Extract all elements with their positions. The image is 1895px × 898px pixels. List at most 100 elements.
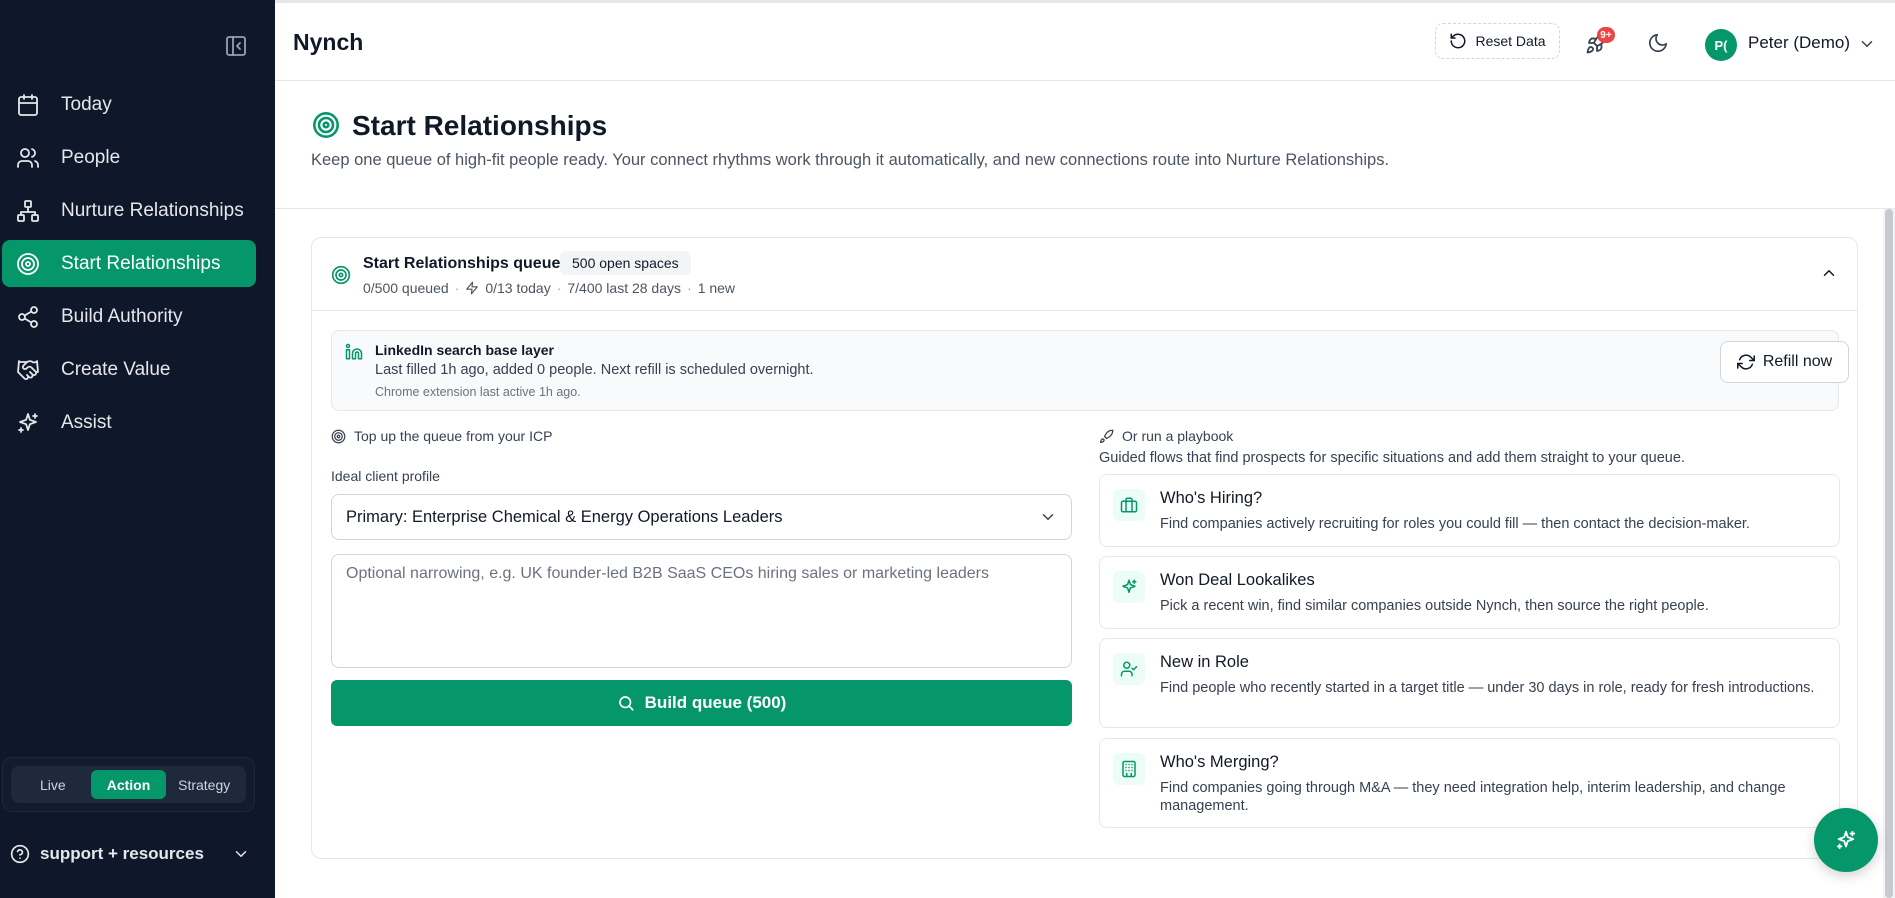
separator-dot: · <box>687 280 692 296</box>
queue-title: Start Relationships queue <box>363 255 561 272</box>
linkedin-icon <box>345 343 363 361</box>
playbook-title: New in Role <box>1160 653 1249 671</box>
linkedin-note: Chrome extension last active 1h ago. <box>375 385 581 399</box>
top-header: Nynch Reset Data 9+ P( Peter (Demo) <box>275 0 1895 81</box>
sidebar: Today People Nurture Relationships Start… <box>0 0 275 898</box>
moon-icon[interactable] <box>1647 32 1669 54</box>
stat-28-days: 7/400 last 28 days <box>567 280 682 296</box>
sidebar-item-label: Today <box>61 93 112 115</box>
refill-now-button[interactable]: Refill now <box>1720 341 1849 383</box>
sidebar-collapse-icon[interactable] <box>224 34 248 58</box>
target-icon <box>16 252 40 276</box>
network-icon <box>16 199 40 223</box>
queue-card-header[interactable]: Start Relationships queue 500 open space… <box>312 238 1857 311</box>
sidebar-item-label: Start Relationships <box>61 252 221 274</box>
sidebar-item-nurture[interactable]: Nurture Relationships <box>2 187 256 234</box>
refill-now-label: Refill now <box>1762 353 1833 370</box>
playbook-whos-merging[interactable]: Who's Merging? Find companies going thro… <box>1099 738 1840 828</box>
calendar-icon <box>16 93 40 117</box>
icp-section-text: Top up the queue from your ICP <box>354 428 553 444</box>
sidebar-item-label: Create Value <box>61 358 171 380</box>
sidebar-item-label: Assist <box>61 411 112 433</box>
chevron-down-icon[interactable] <box>1858 35 1876 53</box>
playbook-desc: Find companies going through M&A — they … <box>1160 780 1786 814</box>
assistant-fab-button[interactable] <box>1814 808 1878 872</box>
notification-badge: 9+ <box>1597 27 1615 43</box>
stat-new: 1 new <box>697 280 736 296</box>
icp-section-label: Top up the queue from your ICP <box>331 428 1072 444</box>
playbook-title: Won Deal Lookalikes <box>1160 571 1315 589</box>
page-heading: Start Relationships Keep one queue of hi… <box>275 81 1895 209</box>
reset-data-button[interactable]: Reset Data <box>1435 23 1560 59</box>
playbook-desc: Find people who recently started in a ta… <box>1160 680 1815 696</box>
sidebar-item-people[interactable]: People <box>2 134 256 181</box>
playbook-section-label: Or run a playbook <box>1099 428 1840 444</box>
playbook-won-deal-lookalikes[interactable]: Won Deal Lookalikes Pick a recent win, f… <box>1099 556 1840 629</box>
zap-icon <box>465 281 479 295</box>
page-description: Keep one queue of high-fit people ready.… <box>311 151 1390 169</box>
chevron-up-icon[interactable] <box>1820 264 1838 282</box>
sidebar-item-label: Build Authority <box>61 305 183 327</box>
mode-action-button[interactable]: Action <box>90 770 167 799</box>
reset-data-label: Reset Data <box>1475 33 1546 49</box>
sidebar-item-authority[interactable]: Build Authority <box>2 293 256 340</box>
refresh-icon <box>1736 353 1755 371</box>
chevron-down-icon <box>1039 508 1057 526</box>
rotate-ccw-icon <box>1449 32 1467 50</box>
support-resources-toggle[interactable]: support + resources <box>10 840 250 868</box>
sidebar-item-value[interactable]: Create Value <box>2 346 256 393</box>
build-queue-button[interactable]: Build queue (500) <box>331 680 1072 726</box>
avatar[interactable]: P( <box>1705 29 1737 61</box>
mode-strategy-button[interactable]: Strategy <box>166 770 242 799</box>
mode-switch-track: Live Action Strategy <box>11 766 246 803</box>
support-label: support + resources <box>40 844 204 863</box>
target-icon <box>331 265 351 285</box>
user-check-icon <box>1113 653 1145 685</box>
stat-today: 0/13 today <box>485 280 551 296</box>
icp-section: Top up the queue from your ICP Ideal cli… <box>331 428 1072 726</box>
building-icon <box>1113 753 1145 785</box>
linkedin-subtitle: Last filled 1h ago, added 0 people. Next… <box>375 362 814 378</box>
queue-card: Start Relationships queue 500 open space… <box>311 237 1858 859</box>
separator-dot: · <box>454 280 460 296</box>
briefcase-icon <box>1113 489 1145 521</box>
playbook-section-text: Or run a playbook <box>1122 428 1234 444</box>
stat-queued: 0/500 queued <box>363 280 449 296</box>
handshake-icon <box>16 358 40 382</box>
user-name[interactable]: Peter (Demo) <box>1748 33 1850 53</box>
target-icon <box>331 429 346 444</box>
target-icon <box>312 111 340 139</box>
sparkles-icon <box>1113 571 1145 603</box>
icp-selected-value: Primary: Enterprise Chemical & Energy Op… <box>346 507 783 526</box>
playbook-desc: Pick a recent win, find similar companie… <box>1160 598 1709 614</box>
users-icon <box>16 146 40 170</box>
sparkles-icon <box>16 411 40 435</box>
playbook-new-in-role[interactable]: New in Role Find people who recently sta… <box>1099 638 1840 728</box>
sidebar-item-assist[interactable]: Assist <box>2 399 256 446</box>
mode-live-button[interactable]: Live <box>15 770 91 799</box>
scrollbar-thumb[interactable] <box>1885 209 1893 898</box>
icp-field-label: Ideal client profile <box>331 468 440 484</box>
linkedin-title: LinkedIn search base layer <box>375 342 554 358</box>
build-queue-label: Build queue (500) <box>644 693 787 712</box>
linkedin-base-layer: LinkedIn search base layer Last filled 1… <box>331 330 1849 411</box>
sparkles-icon <box>1835 829 1857 851</box>
icp-select[interactable]: Primary: Enterprise Chemical & Energy Op… <box>331 494 1072 540</box>
sidebar-item-today[interactable]: Today <box>2 81 256 128</box>
sidebar-item-label: People <box>61 146 121 168</box>
separator-dot: · <box>556 280 562 296</box>
search-icon <box>617 694 635 712</box>
playbook-title: Who's Merging? <box>1160 753 1279 771</box>
playbook-desc: Find companies actively recruiting for r… <box>1160 516 1750 532</box>
app-title: Nynch <box>293 29 364 55</box>
narrowing-input[interactable] <box>331 554 1072 668</box>
help-circle-icon <box>10 844 30 864</box>
queue-stats: 0/500 queued · 0/13 today · 7/400 last 2… <box>363 280 735 296</box>
chevron-down-icon <box>232 845 250 863</box>
page-title: Start Relationships <box>352 110 608 141</box>
share-icon <box>16 305 40 329</box>
playbook-description: Guided flows that find prospects for spe… <box>1099 450 1685 466</box>
playbook-whos-hiring[interactable]: Who's Hiring? Find companies actively re… <box>1099 474 1840 547</box>
sidebar-item-label: Nurture Relationships <box>61 199 244 221</box>
sidebar-item-start[interactable]: Start Relationships <box>2 240 256 287</box>
